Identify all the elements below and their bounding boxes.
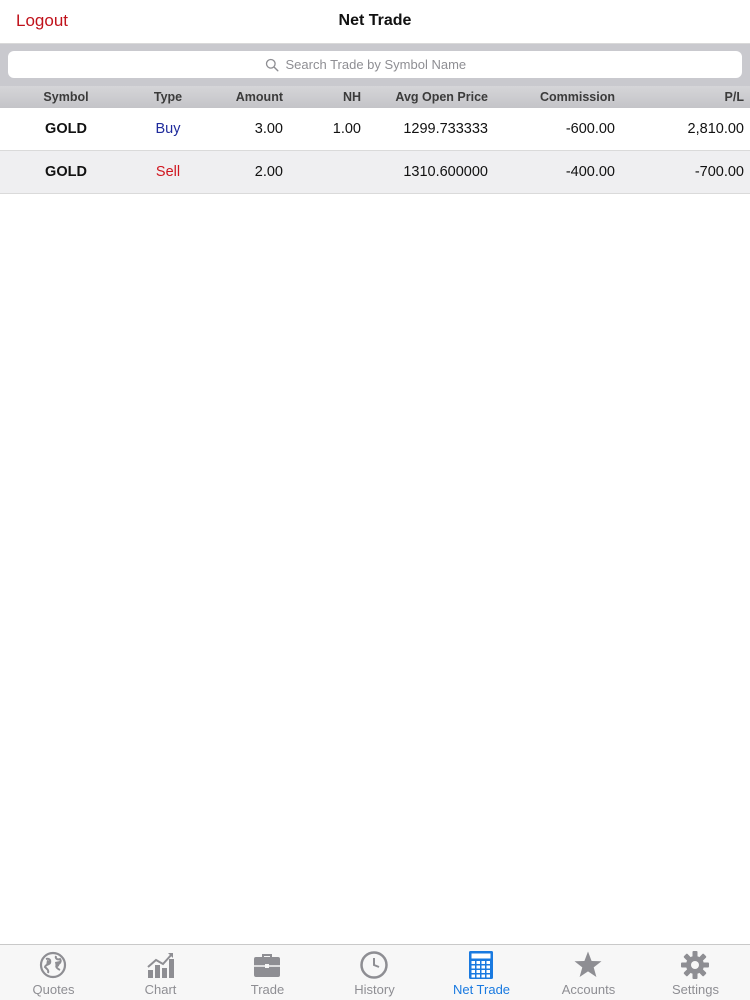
tab-settings[interactable]: Settings xyxy=(642,945,749,1000)
tab-bar: Quotes Chart Trade History Net Trade Acc… xyxy=(0,944,750,1000)
star-icon xyxy=(574,951,602,977)
globe-icon xyxy=(39,951,67,979)
column-header-commission[interactable]: Commission xyxy=(540,90,615,104)
tab-label: Net Trade xyxy=(452,982,511,997)
tab-history[interactable]: History xyxy=(321,945,428,1000)
cell-avg-open-price: 1299.733333 xyxy=(403,121,488,137)
cell-symbol: GOLD xyxy=(45,121,87,137)
tab-chart[interactable]: Chart xyxy=(107,945,214,1000)
column-header-pl[interactable]: P/L xyxy=(725,90,744,104)
search-input[interactable] xyxy=(285,57,486,72)
table-header: Symbol Type Amount NH Avg Open Price Com… xyxy=(0,86,750,109)
page-title: Net Trade xyxy=(338,12,412,29)
cell-pl: -700.00 xyxy=(694,164,744,180)
tab-label: Quotes xyxy=(32,982,75,997)
tab-label: Settings xyxy=(672,982,719,997)
tab-net-trade[interactable]: Net Trade xyxy=(428,945,535,1000)
bar-chart-icon xyxy=(147,953,174,978)
search-bar xyxy=(0,44,750,86)
gear-icon xyxy=(681,951,709,979)
table-row[interactable]: GOLD Buy 3.00 1.00 1299.733333 -600.00 2… xyxy=(0,108,750,151)
app-screen: Logout Net Trade Symbol Type Amount NH A… xyxy=(0,0,750,1000)
tab-label: Trade xyxy=(250,982,285,997)
tab-label: Chart xyxy=(144,982,177,997)
table-row[interactable]: GOLD Sell 2.00 1310.600000 -400.00 -700.… xyxy=(0,151,750,194)
tab-quotes[interactable]: Quotes xyxy=(0,945,107,1000)
cell-nh: 1.00 xyxy=(332,121,361,137)
search-icon xyxy=(265,58,279,72)
cell-pl: 2,810.00 xyxy=(687,121,744,137)
cell-amount: 2.00 xyxy=(254,164,283,180)
cell-avg-open-price: 1310.600000 xyxy=(403,164,488,180)
briefcase-icon xyxy=(254,954,280,977)
clock-icon xyxy=(360,951,388,979)
cell-commission: -600.00 xyxy=(565,121,615,137)
search-field[interactable] xyxy=(8,51,742,78)
column-header-amount[interactable]: Amount xyxy=(236,90,283,104)
tab-trade[interactable]: Trade xyxy=(214,945,321,1000)
column-header-symbol[interactable]: Symbol xyxy=(0,90,132,104)
calculator-icon xyxy=(469,951,493,979)
cell-commission: -400.00 xyxy=(565,164,615,180)
cell-type: Buy xyxy=(155,121,181,137)
cell-type: Sell xyxy=(155,164,181,180)
column-header-avg-open-price[interactable]: Avg Open Price xyxy=(395,90,488,104)
tab-label: History xyxy=(354,982,395,997)
cell-amount: 3.00 xyxy=(254,121,283,137)
navigation-bar: Logout Net Trade xyxy=(0,0,750,44)
cell-symbol: GOLD xyxy=(45,164,87,180)
column-header-type[interactable]: Type xyxy=(128,90,208,104)
column-header-nh[interactable]: NH xyxy=(343,90,361,104)
tab-label: Accounts xyxy=(561,982,616,997)
tab-accounts[interactable]: Accounts xyxy=(535,945,642,1000)
